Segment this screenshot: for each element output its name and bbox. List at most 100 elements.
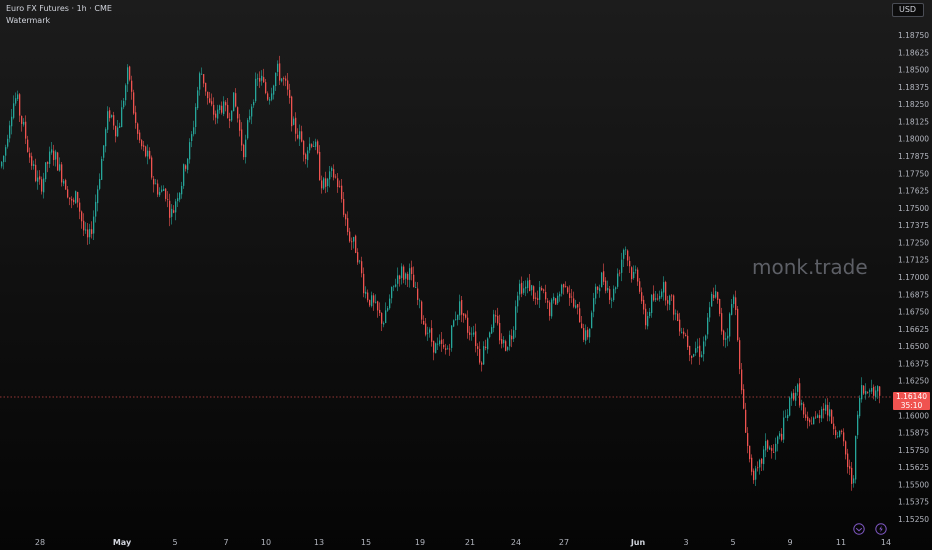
- candle-body: [743, 389, 745, 409]
- candle-body: [519, 283, 521, 295]
- candle-body: [279, 63, 281, 81]
- time-tick-label: 28: [35, 538, 45, 547]
- time-tick-label: 27: [559, 538, 569, 547]
- candle-body: [335, 176, 337, 178]
- candle-body: [419, 300, 421, 302]
- candle-body: [733, 296, 735, 305]
- candle-body: [399, 275, 401, 279]
- time-tick-label: 15: [361, 538, 371, 547]
- indicator-name[interactable]: Watermark: [6, 16, 50, 25]
- candle-body: [543, 289, 545, 291]
- candle-body: [435, 343, 437, 354]
- candle-body: [669, 295, 671, 305]
- candle-body: [539, 287, 541, 300]
- candle-body: [453, 320, 455, 327]
- candle-body: [347, 218, 349, 232]
- candle-body: [573, 298, 575, 307]
- candle-body: [253, 102, 255, 106]
- candle-body: [503, 340, 505, 344]
- candle-body: [9, 125, 11, 139]
- candle-body: [837, 436, 839, 437]
- candle-body: [587, 329, 589, 338]
- candle-body: [379, 309, 381, 314]
- candle-body: [553, 296, 555, 301]
- candle-body: [309, 143, 311, 151]
- candle-body: [313, 145, 315, 147]
- candle-body: [375, 301, 377, 303]
- candle-body: [11, 116, 13, 127]
- candle-body: [243, 144, 245, 158]
- candle-body: [73, 199, 75, 203]
- time-tick-label: 24: [511, 538, 521, 547]
- candle-body: [569, 293, 571, 298]
- candle-body: [505, 341, 507, 351]
- candle-body: [385, 310, 387, 324]
- candle-body: [343, 198, 345, 215]
- candle-body: [69, 197, 71, 199]
- currency-button[interactable]: USD: [892, 3, 924, 17]
- candle-body: [657, 298, 659, 300]
- candle-body: [585, 330, 587, 341]
- candle-body: [457, 314, 459, 320]
- price-axis[interactable]: 1.18750 1.18625 1.18500 1.18375 1.18250 1.181…: [898, 31, 929, 524]
- candle-body: [431, 328, 433, 342]
- candle-body: [317, 141, 319, 154]
- time-axis[interactable]: 28 May 5 7 10 13 15 19 21 24 27 Jun 3 5 9 11 14: [35, 538, 891, 547]
- candle-body: [369, 299, 371, 306]
- candle-body: [765, 441, 767, 451]
- candle-body: [767, 440, 769, 449]
- candle-body: [247, 120, 249, 139]
- candle-body: [845, 441, 847, 455]
- candle-body: [791, 393, 793, 399]
- candle-body: [177, 198, 179, 202]
- candle-body: [217, 109, 219, 119]
- candle-body: [805, 414, 807, 418]
- candle-body: [749, 445, 751, 460]
- price-tick-label: 1.15625: [898, 463, 929, 472]
- price-tick-label: 1.17375: [898, 221, 929, 230]
- candle-body: [49, 151, 51, 165]
- candle-body: [227, 104, 229, 118]
- replay-icon[interactable]: [853, 520, 865, 535]
- candle-body: [57, 152, 59, 171]
- candle-body: [353, 236, 355, 242]
- candle-body: [841, 430, 843, 432]
- candle-body: [497, 315, 499, 324]
- candle-body: [487, 338, 489, 350]
- candle-body: [75, 191, 77, 204]
- candle-body: [637, 269, 639, 282]
- candle-body: [835, 430, 837, 436]
- candle-body: [823, 408, 825, 411]
- candle-body: [231, 110, 233, 121]
- candle-body: [609, 289, 611, 300]
- candle-body: [269, 99, 271, 101]
- candle-body: [671, 295, 673, 297]
- candle-body: [257, 78, 259, 80]
- candle-body: [481, 362, 483, 365]
- candle-body: [465, 314, 467, 318]
- candle-body: [187, 158, 189, 170]
- candle-body: [629, 260, 631, 267]
- candle-body: [433, 340, 435, 353]
- candle-body: [467, 317, 469, 333]
- candle-body: [613, 288, 615, 301]
- candle-body: [21, 116, 23, 124]
- candle-body: [751, 457, 753, 472]
- bar-countdown: 35:10: [900, 401, 923, 410]
- candle-body: [813, 417, 815, 425]
- current-price-tag: 1.16140 35:10: [893, 392, 930, 410]
- price-tick-label: 1.15875: [898, 429, 929, 438]
- candle-body: [875, 390, 877, 398]
- time-tick-label: May: [113, 538, 132, 547]
- candle-body: [383, 323, 385, 325]
- candle-body: [7, 138, 9, 147]
- candle-body: [713, 294, 715, 298]
- candle-body: [315, 141, 317, 147]
- candle-body: [761, 458, 763, 464]
- candle-body: [785, 416, 787, 418]
- candle-body: [691, 355, 693, 358]
- symbol-title[interactable]: Euro FX Futures · 1h · CME: [6, 4, 112, 13]
- candle-body: [547, 300, 549, 303]
- lightning-icon[interactable]: [875, 520, 887, 535]
- candle-body: [461, 300, 463, 315]
